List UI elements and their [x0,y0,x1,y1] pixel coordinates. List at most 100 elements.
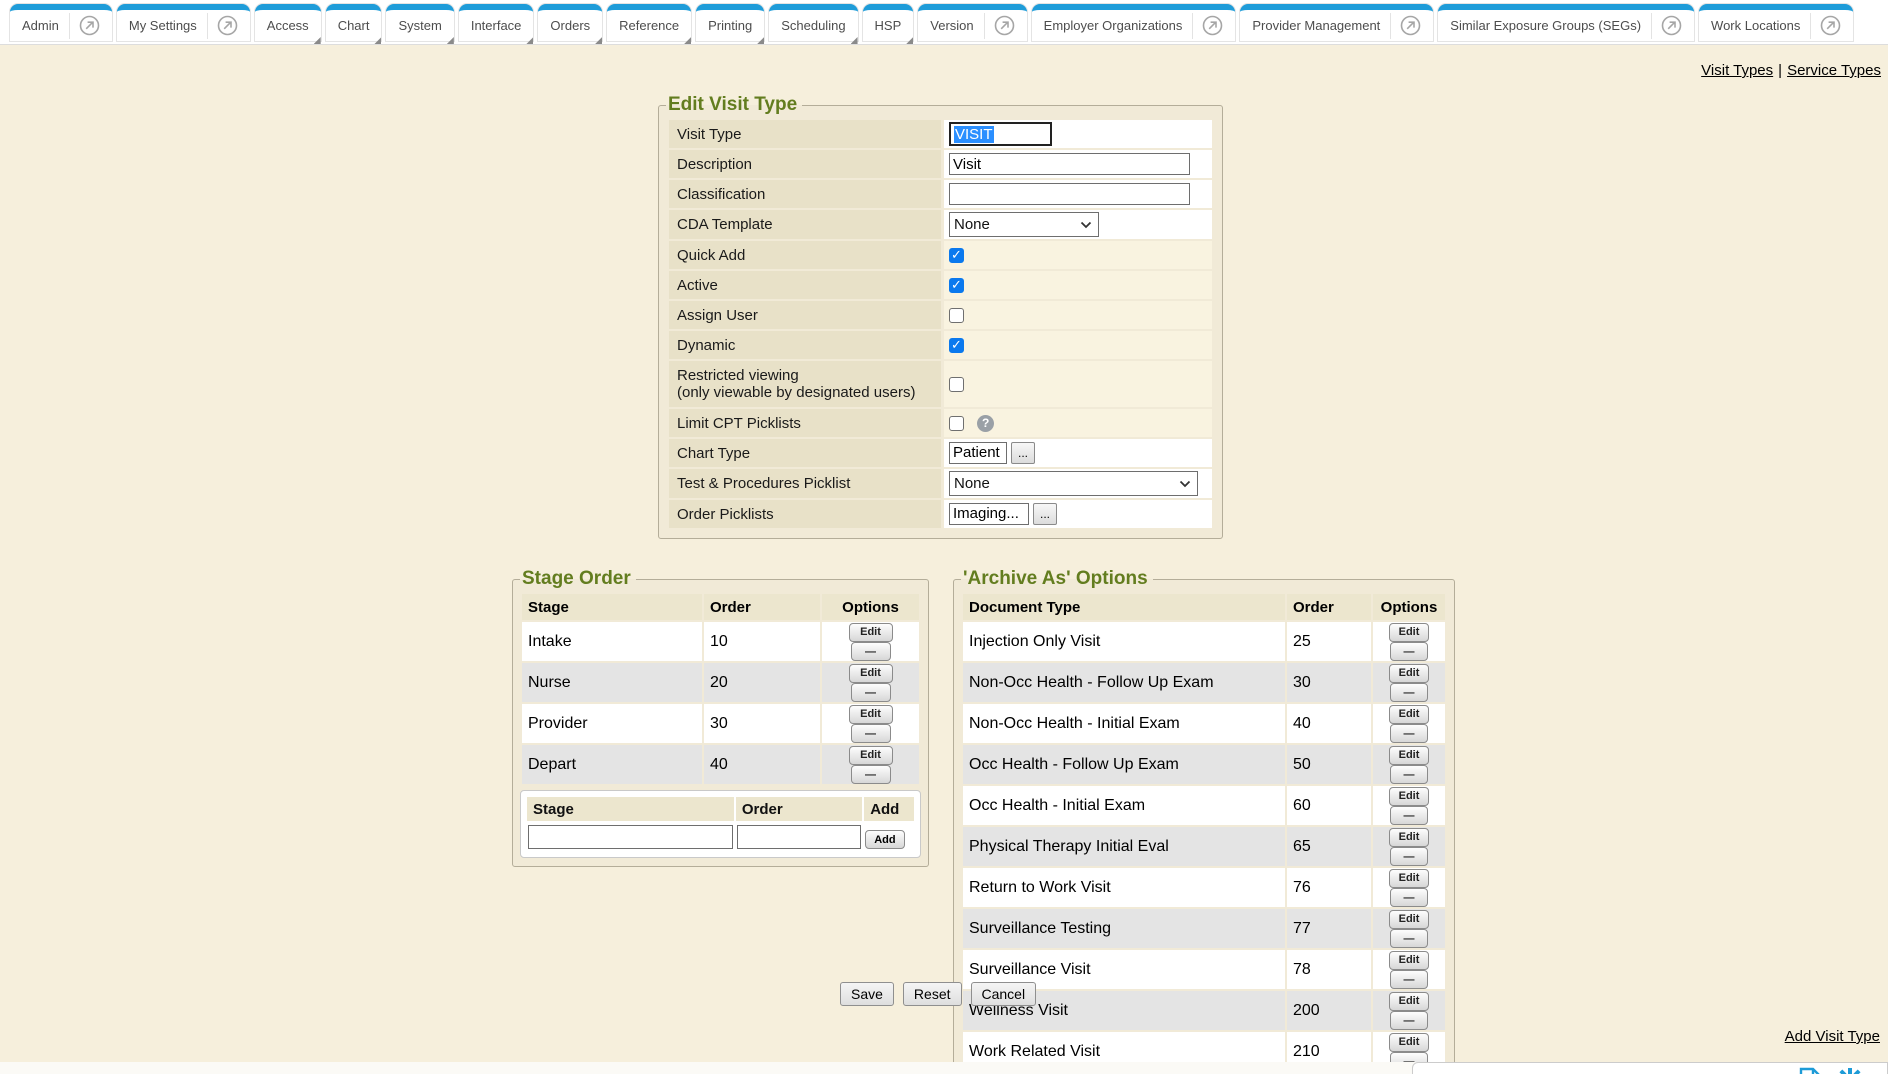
form-row: Assign User [669,301,1212,329]
visit-type-input[interactable]: VISIT [949,122,1052,146]
order-cell: 78 [1287,950,1371,989]
table-row: Depart 40 Edit — [522,745,919,784]
test-procedures-picklist-select[interactable]: None [949,471,1198,496]
open-in-new-icon[interactable] [984,13,1015,39]
tab-orders[interactable]: Orders [538,4,602,41]
tab-reference[interactable]: Reference [607,4,691,41]
tab-similar-exposure-groups[interactable]: Similar Exposure Groups (SEGs) [1438,4,1694,41]
field-label: Order Picklists [669,500,941,528]
remove-button[interactable]: — [1390,847,1428,866]
gear-icon[interactable] [1836,1067,1864,1074]
tab-interface[interactable]: Interface [459,4,534,41]
chart-type-input[interactable] [949,442,1007,464]
open-in-new-icon[interactable] [1390,13,1421,39]
tab-hsp[interactable]: HSP [863,4,914,41]
footer-toolbar [1412,1062,1888,1074]
tab-work-locations[interactable]: Work Locations [1699,4,1853,41]
tab-employer-organizations[interactable]: Employer Organizations [1032,4,1236,41]
edit-button[interactable]: Edit [1389,1033,1429,1052]
remove-button[interactable]: — [851,724,891,743]
tab-provider-management[interactable]: Provider Management [1240,4,1433,41]
tab-label: System [398,11,441,41]
service-types-link[interactable]: Service Types [1787,62,1881,79]
open-in-new-icon[interactable] [207,13,238,39]
tab-my-settings[interactable]: My Settings [117,4,250,41]
edit-button[interactable]: Edit [1389,828,1429,847]
remove-button[interactable]: — [851,683,891,702]
tab-admin[interactable]: Admin [10,4,112,41]
edit-button[interactable]: Edit [1389,623,1429,642]
remove-button[interactable]: — [1390,683,1428,702]
order-picklists-browse-button[interactable]: ... [1033,503,1057,525]
edit-button[interactable]: Edit [1389,910,1429,929]
tab-version[interactable]: Version [918,4,1026,41]
form-row: Dynamic [669,331,1212,359]
new-stage-order-input[interactable] [737,825,861,849]
order-cell: 10 [704,622,820,661]
open-in-new-icon[interactable] [1192,13,1223,39]
quick-add-checkbox[interactable] [949,248,964,263]
remove-button[interactable]: — [1390,888,1428,907]
open-in-new-icon[interactable] [1810,13,1841,39]
limit-cpt-picklists-checkbox[interactable] [949,416,964,431]
add-visit-type-link[interactable]: Add Visit Type [1785,1028,1880,1045]
assign-user-checkbox[interactable] [949,308,964,323]
form-row: Quick Add [669,241,1212,269]
edit-button[interactable]: Edit [1389,746,1429,765]
active-checkbox[interactable] [949,278,964,293]
reset-button[interactable]: Reset [903,982,962,1006]
document-icon[interactable] [1798,1067,1822,1074]
edit-button[interactable]: Edit [1389,951,1429,970]
remove-button[interactable]: — [1390,806,1428,825]
document-type-cell: Non-Occ Health - Initial Exam [963,704,1285,743]
add-stage-button[interactable]: Add [865,830,904,849]
field-label: Assign User [669,301,941,329]
tab-access[interactable]: Access [255,4,321,41]
new-stage-input[interactable] [528,825,733,849]
edit-button[interactable]: Edit [849,664,893,683]
remove-button[interactable]: — [1390,765,1428,784]
cancel-button[interactable]: Cancel [971,982,1037,1006]
remove-button[interactable]: — [1390,642,1428,661]
tab-printing[interactable]: Printing [696,4,764,41]
remove-button[interactable]: — [1390,970,1428,989]
column-header: Order [1287,594,1371,620]
edit-button[interactable]: Edit [1389,705,1429,724]
help-icon[interactable]: ? [977,415,994,432]
order-cell: 40 [1287,704,1371,743]
visit-types-link[interactable]: Visit Types [1701,62,1773,79]
open-in-new-icon[interactable] [69,13,100,39]
dynamic-checkbox[interactable] [949,338,964,353]
edit-button[interactable]: Edit [1389,664,1429,683]
remove-button[interactable]: — [1390,1011,1428,1030]
edit-button[interactable]: Edit [849,623,893,642]
edit-button[interactable]: Edit [1389,869,1429,888]
remove-button[interactable]: — [1390,724,1428,743]
tab-chart[interactable]: Chart [326,4,382,41]
edit-button[interactable]: Edit [849,746,893,765]
classification-input[interactable] [949,183,1190,205]
table-row: Non-Occ Health - Initial Exam 40 Edit — [963,704,1445,743]
edit-button[interactable]: Edit [1389,992,1429,1011]
remove-button[interactable]: — [851,642,891,661]
order-picklists-input[interactable] [949,503,1029,525]
open-in-new-icon[interactable] [1651,13,1682,39]
column-header: Stage [522,594,702,620]
tab-scheduling[interactable]: Scheduling [769,4,857,41]
order-cell: 60 [1287,786,1371,825]
remove-button[interactable]: — [851,765,891,784]
restricted-viewing-checkbox[interactable] [949,377,964,392]
tab-label: Similar Exposure Groups (SEGs) [1450,11,1641,41]
chart-type-browse-button[interactable]: ... [1011,442,1035,464]
edit-button[interactable]: Edit [1389,787,1429,806]
submenu-corner-icon [757,37,764,44]
edit-button[interactable]: Edit [849,705,893,724]
remove-button[interactable]: — [1390,929,1428,948]
table-row: Occ Health - Follow Up Exam 50 Edit — [963,745,1445,784]
tab-system[interactable]: System [386,4,453,41]
field-label: Description [669,150,941,178]
description-input[interactable] [949,153,1190,175]
cda-template-select[interactable]: None [949,212,1099,237]
save-button[interactable]: Save [840,982,894,1006]
order-cell: 20 [704,663,820,702]
